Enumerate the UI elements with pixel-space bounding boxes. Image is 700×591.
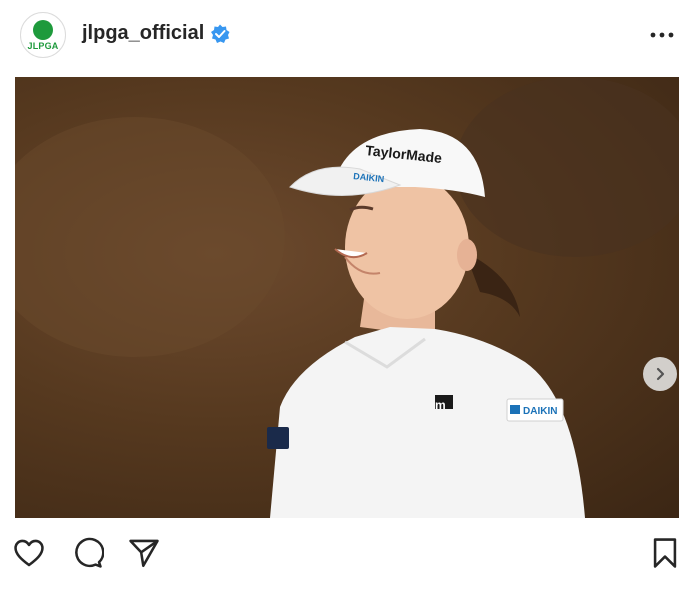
more-options-icon[interactable] [650, 31, 674, 39]
chevron-right-icon [656, 367, 665, 381]
verified-badge-icon [211, 24, 230, 43]
username-link[interactable]: jlpga_official [82, 22, 204, 45]
post-image[interactable]: DAIKIN TaylorMade DAIKIN m [15, 77, 679, 518]
jlpga-logo-icon [33, 19, 53, 40]
comment-bubble-icon[interactable] [70, 536, 104, 570]
shirt-logo-text: m [435, 398, 446, 412]
share-paper-plane-icon[interactable] [127, 536, 161, 570]
avatar[interactable]: JLPGA [20, 12, 66, 58]
save-bookmark-icon[interactable] [648, 536, 682, 570]
avatar-logo-text: JLPGA [27, 40, 59, 51]
like-heart-icon[interactable] [12, 536, 46, 570]
next-image-button[interactable] [643, 357, 677, 391]
golfer-photo: DAIKIN TaylorMade DAIKIN m [15, 77, 679, 518]
sleeve-sponsor-text: DAIKIN [523, 406, 557, 417]
action-bar [0, 530, 700, 580]
post-header: JLPGA jlpga_official [0, 0, 700, 70]
